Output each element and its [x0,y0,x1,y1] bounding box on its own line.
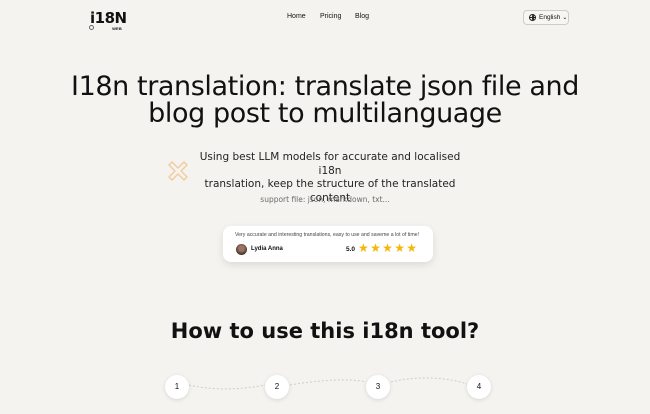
star-icon: ★ [406,241,419,255]
testimonial-card: Very accurate and interesting translatio… [223,226,433,262]
page-title: I18n translation: translate json file an… [0,73,650,127]
star-icon: ★ [358,241,371,255]
star-icon: ★ [382,241,395,255]
navbar: i18N WEB Home Pricing Blog English ⌄ [0,0,650,36]
reviewer-name: Lydia Anna [251,246,283,252]
chevron-down-icon: ⌄ [562,15,568,21]
rating-score: 5.0 [346,246,356,253]
language-label: English [539,14,561,21]
translate-cross-icon [168,161,188,181]
step-4: 4 [467,375,491,399]
steps-connector [188,377,468,390]
steps-row: 1 2 3 4 [0,370,650,410]
star-icon: ★ [394,241,407,255]
language-select[interactable]: English ⌄ [523,10,569,25]
logo-sub: WEB [112,26,122,31]
logo-dot-icon [89,25,94,30]
step-1: 1 [165,375,189,399]
page-title-line-2: blog post to multilanguage [148,98,502,129]
logo-text: i18N [90,9,127,27]
testimonial-text: Very accurate and interesting translatio… [235,232,419,238]
nav-link-pricing[interactable]: Pricing [320,13,341,20]
logo[interactable]: i18N WEB [89,9,127,31]
step-3: 3 [366,375,390,399]
howto-title: How to use this i18n tool? [170,319,480,343]
hero-description-line-1: Using best LLM models for accurate and l… [199,151,461,177]
star-icon: ★ [370,241,383,255]
nav-link-home[interactable]: Home [287,13,306,20]
step-2: 2 [265,375,289,399]
support-files: support file: json, markdown, txt... [260,195,390,204]
avatar [236,244,247,255]
nav-link-blog[interactable]: Blog [355,13,369,20]
rating-stars: ★★★★★ [358,241,418,255]
globe-icon [529,14,536,21]
